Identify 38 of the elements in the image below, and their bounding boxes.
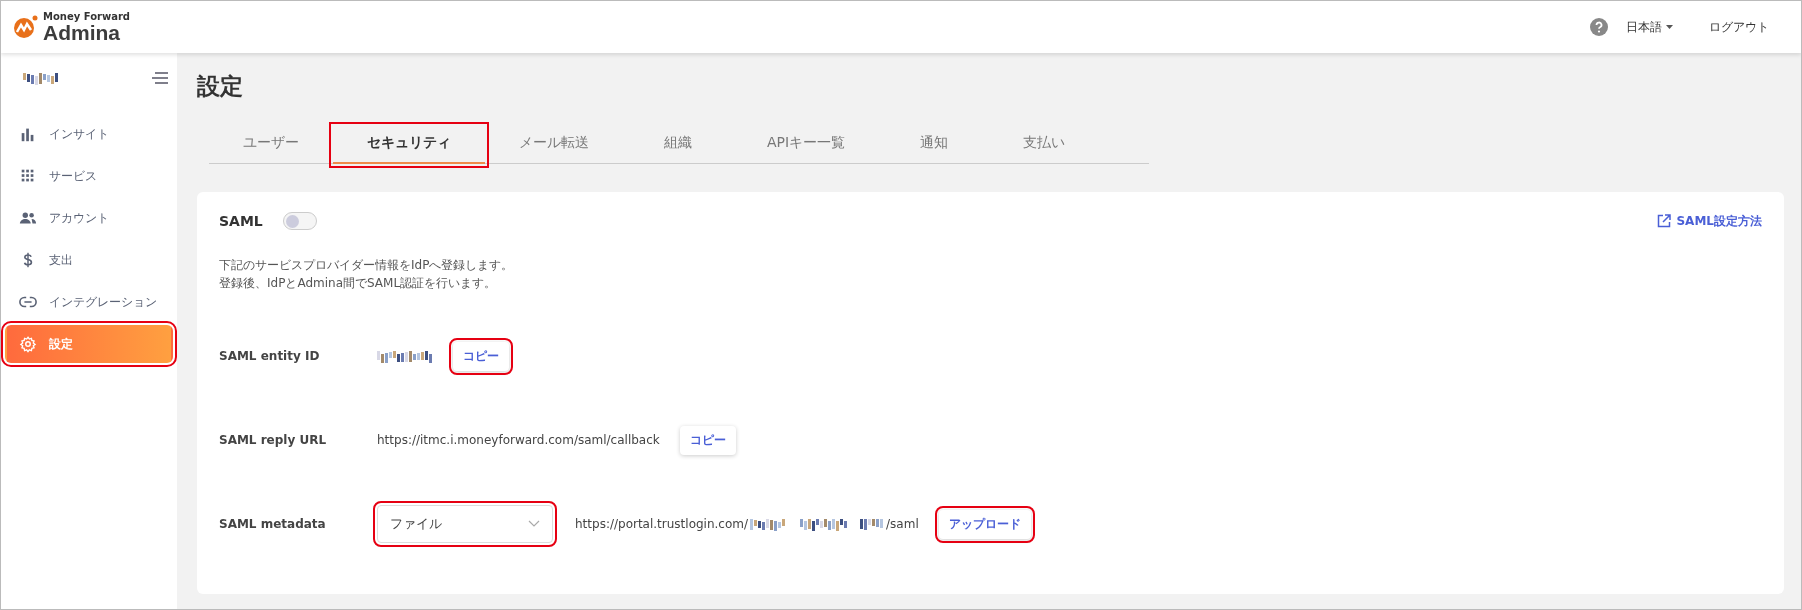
- tab[interactable]: APIキー一覧: [733, 126, 880, 164]
- help-link[interactable]: SAML設定方法: [1657, 212, 1762, 230]
- sidebar-item[interactable]: サービス: [5, 157, 173, 195]
- url-text: https://portal.trustlogin.com/: [575, 517, 749, 531]
- tab[interactable]: ユーザー: [209, 126, 333, 164]
- chevron-down-icon: [528, 520, 540, 528]
- toggle-switch[interactable]: [282, 212, 317, 230]
- logo-icon: [13, 14, 39, 40]
- tab[interactable]: 組織: [623, 126, 733, 164]
- redacted-text: [750, 517, 787, 531]
- url-text: https://itmc.i.moneyforward.com/saml/callback: [377, 433, 660, 447]
- section-title: SAML: [219, 213, 263, 229]
- logout-link[interactable]: ログアウト: [1703, 17, 1775, 37]
- redacted-text: [23, 71, 59, 85]
- brand-subtitle: Money Forward: [43, 10, 131, 22]
- sidebar-item[interactable]: 支出: [5, 241, 173, 279]
- help-icon[interactable]: [1590, 18, 1608, 36]
- field-label: SAML metadata: [219, 517, 327, 531]
- redacted-text: [860, 517, 885, 531]
- description-text: 下記のサービスプロバイダー情報をIdPへ登録します。: [219, 257, 515, 274]
- page-title: 設定: [197, 72, 244, 101]
- description-text: 登録後、IdPとAdmina間でSAML認証を行います。: [219, 275, 498, 292]
- url-text: /saml: [886, 517, 919, 531]
- field-label: SAML entity ID: [219, 349, 321, 363]
- language-dropdown[interactable]: 日本語: [1620, 17, 1679, 37]
- redacted-text: [800, 517, 849, 531]
- copy-button[interactable]: コピー: [679, 425, 736, 455]
- tab[interactable]: 通知: [879, 126, 990, 164]
- sidebar-item[interactable]: アカウント: [5, 199, 173, 237]
- tab[interactable]: メール転送: [485, 126, 623, 164]
- field-label: SAML reply URL: [219, 433, 328, 447]
- external-link-icon: [1657, 214, 1672, 228]
- tab[interactable]: 支払い: [989, 126, 1100, 164]
- gear-icon: [19, 335, 37, 353]
- sidebar-item[interactable]: インテグレーション: [5, 283, 173, 321]
- caret-icon: [1666, 25, 1673, 29]
- sidebar-item[interactable]: インサイト: [5, 115, 173, 153]
- menu-icon[interactable]: [151, 72, 169, 84]
